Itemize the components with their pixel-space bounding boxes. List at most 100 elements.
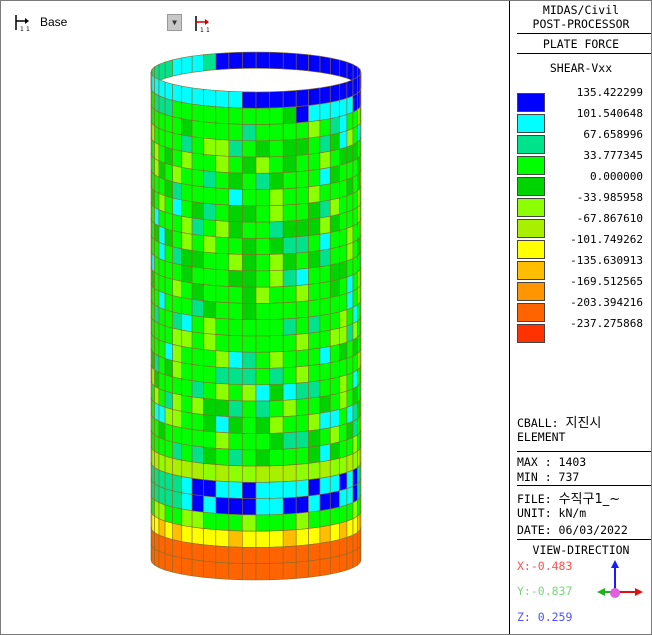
mesh-element[interactable]: [228, 51, 243, 70]
mesh-element[interactable]: [308, 494, 321, 513]
mesh-element[interactable]: [203, 414, 217, 433]
mesh-element[interactable]: [203, 186, 217, 205]
mesh-element[interactable]: [339, 390, 348, 410]
mesh-element[interactable]: [329, 148, 340, 168]
mesh-element[interactable]: [228, 221, 243, 239]
mesh-element[interactable]: [346, 355, 354, 376]
mesh-element[interactable]: [282, 204, 297, 222]
mesh-element[interactable]: [269, 302, 284, 320]
mesh-element[interactable]: [203, 463, 217, 482]
mesh-element[interactable]: [282, 171, 297, 190]
mesh-element[interactable]: [164, 211, 173, 231]
mesh-element[interactable]: [295, 479, 309, 498]
mesh-element[interactable]: [154, 385, 160, 406]
mesh-element[interactable]: [154, 499, 160, 520]
mesh-element[interactable]: [319, 248, 331, 268]
mesh-element[interactable]: [241, 546, 257, 565]
mesh-element[interactable]: [158, 323, 166, 343]
mesh-element[interactable]: [164, 97, 173, 118]
mesh-element[interactable]: [203, 349, 217, 368]
mesh-element[interactable]: [191, 282, 204, 302]
mesh-element[interactable]: [282, 545, 297, 564]
mesh-element[interactable]: [357, 138, 361, 160]
mesh-element[interactable]: [172, 311, 183, 331]
mesh-element[interactable]: [357, 301, 361, 322]
mesh-element[interactable]: [339, 455, 348, 475]
mesh-element[interactable]: [359, 234, 362, 254]
mesh-element[interactable]: [282, 301, 297, 320]
mesh-element[interactable]: [308, 396, 321, 415]
mesh-element[interactable]: [241, 156, 257, 174]
mesh-element[interactable]: [359, 185, 362, 205]
mesh-element[interactable]: [158, 225, 166, 246]
mesh-element[interactable]: [269, 156, 284, 174]
mesh-element[interactable]: [164, 520, 173, 541]
mesh-element[interactable]: [151, 317, 155, 339]
mesh-element[interactable]: [282, 513, 297, 531]
mesh-element[interactable]: [191, 136, 204, 155]
mesh-element[interactable]: [295, 202, 309, 221]
mesh-element[interactable]: [352, 125, 358, 146]
mesh-element[interactable]: [203, 88, 217, 108]
mesh-element[interactable]: [282, 448, 297, 466]
mesh-element[interactable]: [308, 282, 321, 302]
mesh-element[interactable]: [181, 508, 193, 528]
mesh-element[interactable]: [339, 81, 348, 101]
mesh-element[interactable]: [191, 461, 204, 481]
mesh-element[interactable]: [215, 236, 230, 255]
mesh-element[interactable]: [228, 562, 243, 581]
mesh-element[interactable]: [359, 478, 362, 498]
mesh-element[interactable]: [346, 339, 354, 359]
mesh-element[interactable]: [154, 450, 160, 471]
mesh-element[interactable]: [191, 412, 204, 432]
mesh-element[interactable]: [319, 459, 331, 479]
mesh-element[interactable]: [295, 349, 309, 368]
mesh-element[interactable]: [172, 181, 183, 201]
mesh-element[interactable]: [295, 430, 309, 449]
mesh-element[interactable]: [255, 51, 271, 69]
mesh-element[interactable]: [181, 55, 193, 75]
mesh-element[interactable]: [255, 400, 271, 418]
mesh-element[interactable]: [269, 530, 284, 548]
mesh-element[interactable]: [215, 350, 230, 369]
mesh-element[interactable]: [308, 461, 321, 481]
mesh-element[interactable]: [172, 327, 183, 347]
mesh-element[interactable]: [203, 154, 217, 173]
mesh-element[interactable]: [339, 341, 348, 362]
mesh-element[interactable]: [228, 481, 243, 499]
mesh-element[interactable]: [357, 73, 361, 95]
mesh-element[interactable]: [181, 476, 193, 495]
mesh-element[interactable]: [151, 220, 155, 241]
mesh-element[interactable]: [352, 434, 358, 455]
mesh-element[interactable]: [357, 415, 361, 436]
mesh-element[interactable]: [319, 183, 331, 203]
mesh-element[interactable]: [151, 301, 155, 322]
mesh-element[interactable]: [282, 480, 297, 499]
mesh-element[interactable]: [172, 360, 183, 380]
mesh-element[interactable]: [181, 102, 193, 121]
mesh-element[interactable]: [295, 316, 309, 335]
mesh-element[interactable]: [269, 432, 284, 451]
mesh-element[interactable]: [158, 485, 166, 506]
mesh-element[interactable]: [329, 539, 340, 559]
mesh-element[interactable]: [308, 510, 321, 529]
mesh-element[interactable]: [319, 443, 331, 463]
mesh-element[interactable]: [228, 302, 243, 320]
mesh-element[interactable]: [329, 490, 340, 510]
mesh-element[interactable]: [352, 239, 358, 260]
mesh-element[interactable]: [241, 416, 257, 434]
mesh-element[interactable]: [359, 348, 362, 368]
mesh-element[interactable]: [357, 252, 361, 274]
mesh-element[interactable]: [255, 172, 271, 190]
mesh-element[interactable]: [295, 398, 309, 417]
mesh-element[interactable]: [352, 157, 358, 178]
mesh-element[interactable]: [215, 252, 230, 271]
mesh-element[interactable]: [308, 136, 321, 155]
mesh-element[interactable]: [346, 193, 354, 213]
mesh-element[interactable]: [151, 399, 155, 420]
mesh-element[interactable]: [359, 88, 362, 108]
mesh-element[interactable]: [308, 233, 321, 253]
mesh-element[interactable]: [158, 388, 166, 408]
mesh-element[interactable]: [172, 457, 183, 477]
mesh-element[interactable]: [255, 335, 271, 353]
